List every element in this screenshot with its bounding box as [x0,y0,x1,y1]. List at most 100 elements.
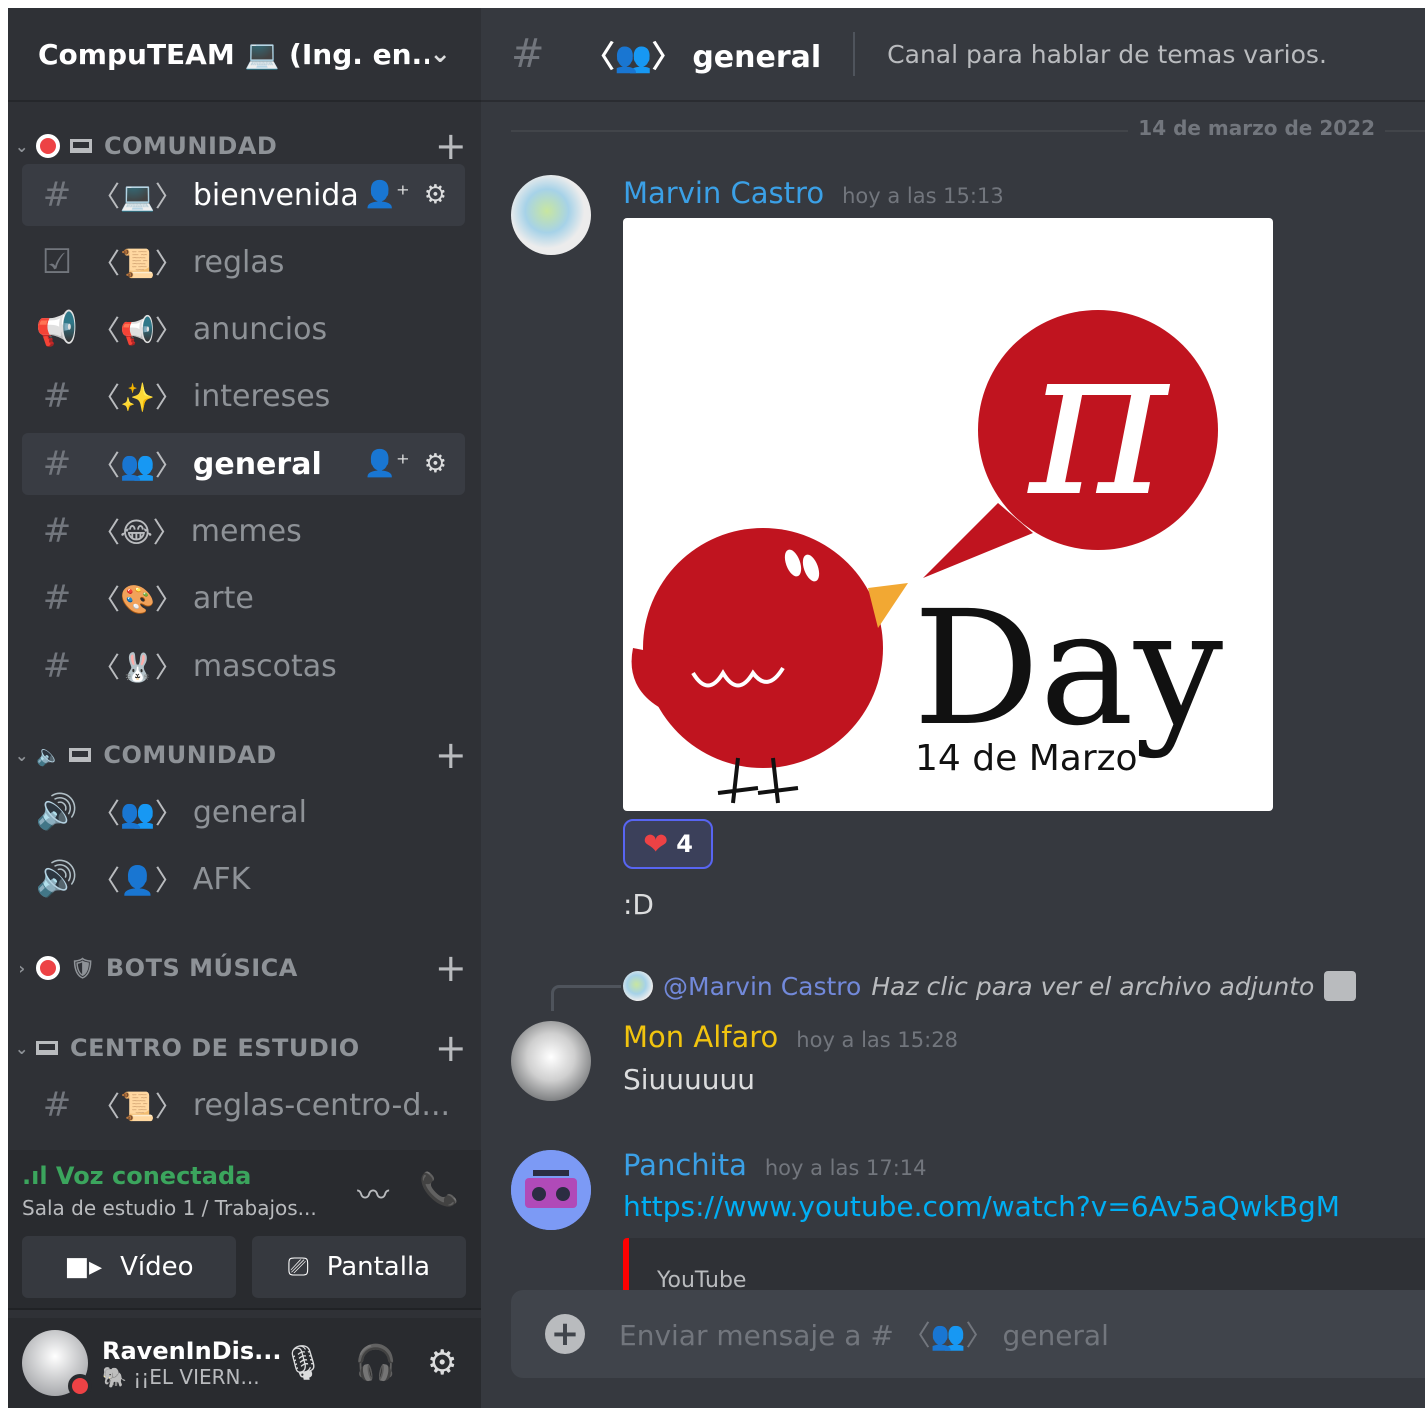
channel-emoji: 〈📜〉 [92,247,183,280]
reply-preview[interactable]: @Marvin Castro Haz clic para ver el arch… [623,971,1357,1001]
voice-speaker-icon: 🔊 [35,859,79,899]
channel-memes[interactable]: # 〈😂〉 memes [22,500,465,562]
reply-text[interactable]: Haz clic para ver el archivo adjunto [871,972,1314,1001]
timestamp: hoy a las 15:28 [796,1028,958,1052]
channel-name: general [192,446,322,482]
channel-bienvenida[interactable]: # 〈💻〉 bienvenida 👤⁺ ⚙ [22,164,465,226]
server-header[interactable]: CompuTEAM 💻 (Ing. en... ⌄ [8,8,481,102]
megaphone-icon: 📢 [35,309,79,349]
pi-symbol: π [1027,298,1171,543]
attachment-image[interactable]: π Day 14 de Marzo [623,218,1273,811]
stop-icon [36,134,60,158]
message-composer[interactable]: + Enviar mensaje a # 〈👥〉 general [511,1290,1425,1378]
gear-icon[interactable]: ⚙ [424,180,447,210]
link-embed[interactable]: YouTube [623,1238,1425,1298]
noise-suppression-icon[interactable]: 〰 [357,1170,389,1216]
channel-name: general [192,794,307,830]
voice-location[interactable]: Sala de estudio 1 / Trabajos... [22,1196,317,1220]
channel-emoji: 〈💻〉 [92,180,183,213]
date-text: 14 de Marzo [915,738,1138,779]
hash-icon: # [42,175,72,215]
reply-connector [551,985,621,1011]
channel-emoji: 〈✨〉 [92,381,183,414]
avatar[interactable] [511,1021,591,1101]
avatar[interactable] [511,175,591,255]
message-header: Marvin Castro hoy a las 15:13 [623,176,1004,210]
channel-arte[interactable]: # 〈🎨〉 arte [22,567,465,629]
add-channel-icon[interactable]: + [421,946,481,990]
channel-general[interactable]: # 〈👥〉 general 👤⁺ ⚙ [22,433,465,495]
add-channel-icon[interactable]: + [421,124,481,168]
video-label: Vídeo [120,1252,194,1282]
category-label: BOTS MÚSICA [105,954,298,982]
channel-name: reglas [192,244,285,280]
pi-day-illustration: π Day 14 de Marzo [631,298,1223,804]
avatar[interactable] [22,1330,92,1398]
heart-icon: ❤ [643,826,669,862]
hash-icon: # [42,1085,72,1125]
invite-icon[interactable]: 👤⁺ [364,449,410,479]
channel-name: memes [190,513,302,549]
channel-header: # 〈👥〉 general Canal para hablar de temas… [481,8,1425,102]
author-name[interactable]: Mon Alfaro [623,1020,778,1054]
channel-emoji: 〈🎨〉 [92,583,183,616]
message-header: Mon Alfaro hoy a las 15:28 [623,1020,958,1054]
headphones-icon[interactable]: 🎧 [355,1343,397,1383]
hash-icon: # [42,444,72,484]
username[interactable]: RavenInDis... [102,1337,281,1365]
add-channel-icon[interactable]: + [421,1026,481,1070]
channel-mascotas[interactable]: # 〈🐰〉 mascotas [22,635,465,697]
channel-topic[interactable]: Canal para hablar de temas varios. [887,40,1327,69]
invite-icon[interactable]: 👤⁺ [364,180,410,210]
avatar[interactable] [511,1150,591,1230]
author-name[interactable]: Panchita [623,1148,747,1182]
channel-emoji: 〈📢〉 [92,314,183,347]
message-link[interactable]: https://www.youtube.com/watch?v=6Av5aQwk… [623,1190,1340,1223]
gear-icon[interactable]: ⚙ [424,449,447,479]
monitor-icon [70,139,92,153]
chevron-down-icon: ⌄ [429,39,451,69]
reply-mention[interactable]: @Marvin Castro [663,972,861,1001]
screen-share-button[interactable]: ⎚ Pantalla [252,1236,466,1298]
add-attachment-icon[interactable]: + [545,1314,585,1354]
hash-icon: # [511,31,545,77]
channel-reglas-centro[interactable]: # 〈📜〉 reglas-centro-d... [22,1074,465,1136]
category-bots-musica[interactable]: › 🛡 BOTS MÚSICA + [8,946,481,990]
voice-channel-general[interactable]: 🔊 〈👥〉 general [22,781,465,843]
channel-name: arte [192,580,254,616]
divider [853,32,856,76]
video-button[interactable]: ■▸ Vídeo [22,1236,236,1298]
day-text: Day [913,577,1223,761]
channel-name: anuncios [192,311,328,347]
stop-icon [36,956,60,980]
voice-status: .ıl Voz conectada [22,1162,252,1190]
voice-channel-afk[interactable]: 🔊 〈👤〉 AFK [22,848,465,910]
channel-anuncios[interactable]: 📢 〈📢〉 anuncios [22,298,465,360]
gear-icon[interactable]: ⚙ [427,1343,457,1383]
avatar [623,971,653,1001]
disconnect-icon[interactable]: 📞 [419,1170,459,1216]
microphone-icon[interactable]: 🎙 [281,1343,324,1383]
boombox-icon [511,1150,591,1230]
reaction-heart[interactable]: ❤ 4 [623,819,713,869]
channel-intereses[interactable]: # 〈✨〉 intereses [22,365,465,427]
hash-icon: # [42,646,72,686]
channel-name: intereses [192,378,331,414]
category-label: COMUNIDAD [104,132,278,160]
category-comunidad-text[interactable]: ⌄ COMUNIDAD + [8,124,481,168]
screen-share-icon: ⎚ [287,1251,309,1282]
channel-title: 〈👥〉 general [584,40,822,75]
channel-reglas[interactable]: ☑ 〈📜〉 reglas [22,231,465,293]
chevron-down-icon: ⌄ [15,136,29,156]
message-text: :D [623,888,654,921]
author-name[interactable]: Marvin Castro [623,176,824,210]
message-input[interactable]: Enviar mensaje a # 〈👥〉 general [619,1314,1109,1354]
channel-emoji: 〈👥〉 [92,449,183,482]
date-divider: 14 de marzo de 2022 [511,116,1425,140]
image-icon [1324,971,1357,1001]
add-channel-icon[interactable]: + [421,733,481,777]
channel-emoji: 〈📜〉 [92,1090,183,1123]
shield-icon: 🛡 [70,956,96,980]
category-comunidad-voice[interactable]: ⌄ 🔈 COMUNIDAD + [8,733,481,777]
category-centro-estudio[interactable]: ⌄ CENTRO DE ESTUDIO + [8,1026,481,1070]
